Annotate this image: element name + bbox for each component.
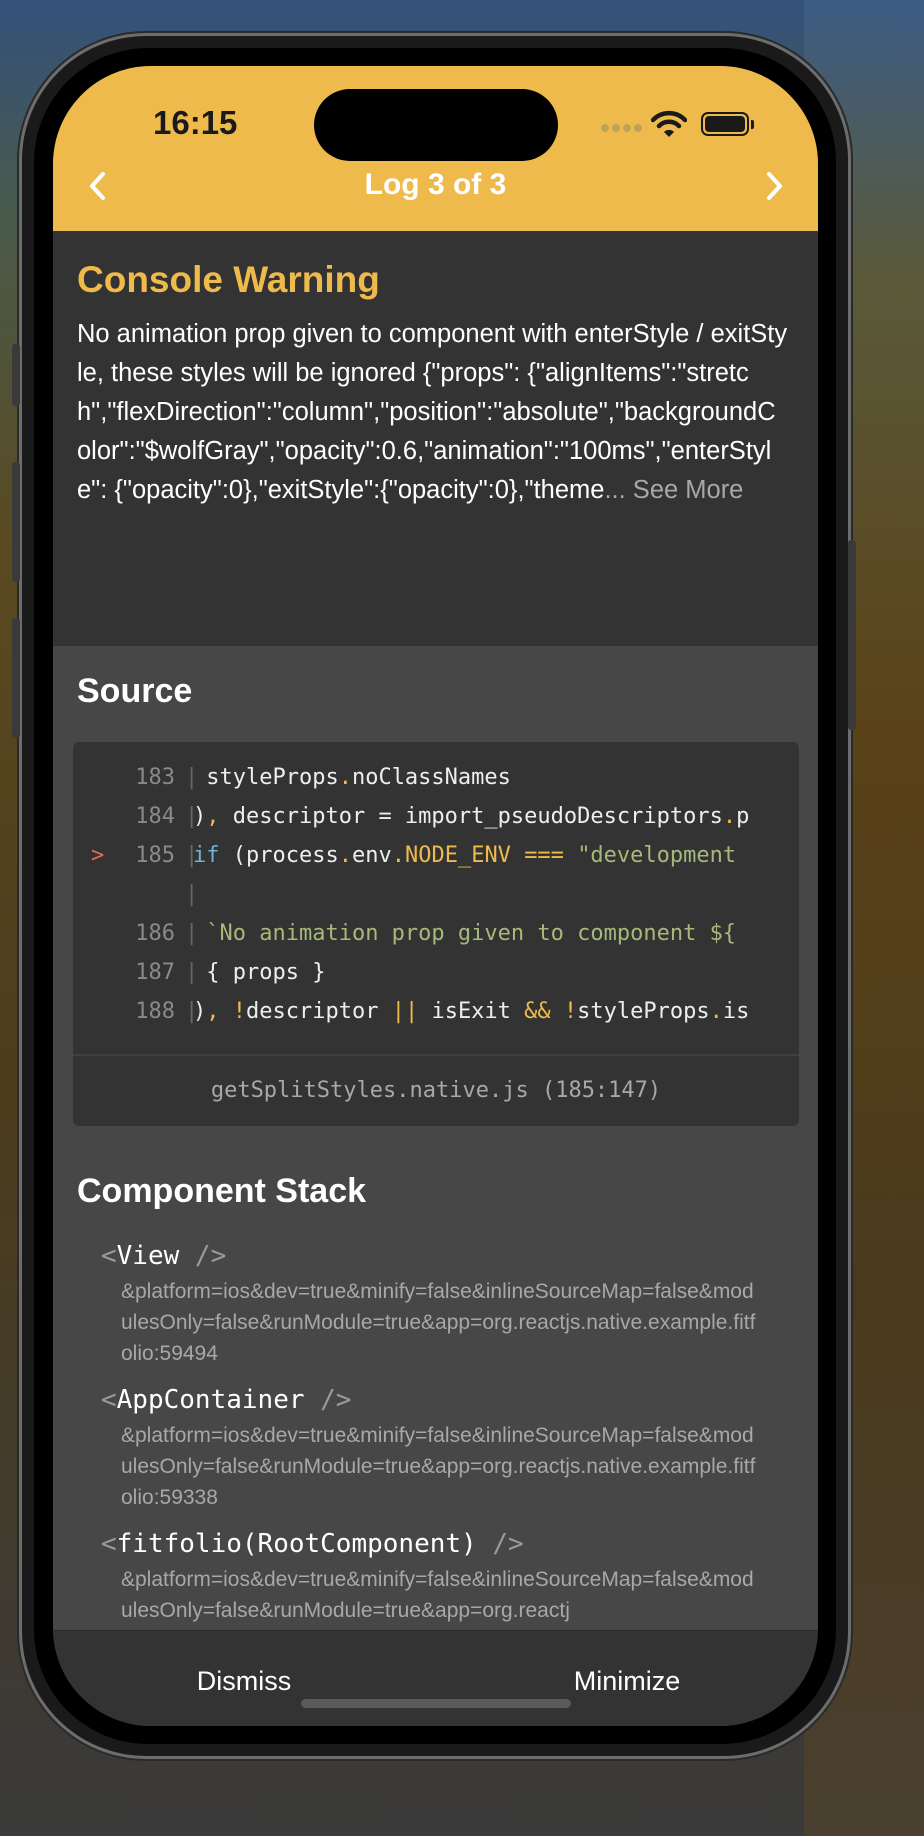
code-line: |	[73, 875, 799, 914]
chevron-right-icon	[767, 172, 782, 200]
line-number: 183	[135, 765, 175, 790]
code-line: 183 | styleProps.noClassNames	[73, 758, 799, 797]
status-time: 16:15	[153, 104, 238, 141]
stack-frame-name: <AppContainer />	[101, 1385, 352, 1415]
log-counter-title: Log 3 of 3	[364, 168, 507, 201]
warning-panel: Console Warning No animation prop given …	[53, 231, 818, 646]
minimize-button[interactable]: Minimize	[436, 1631, 818, 1726]
stack-frame-name: <View />	[101, 1241, 227, 1271]
stack-frame-location: &platform=ios&dev=true&minify=false&inli…	[121, 1424, 756, 1509]
log-header: 16:15 Log 3 of 3	[53, 66, 818, 231]
stack-frame[interactable]: <AppContainer /> &platform=ios&dev=true&…	[101, 1380, 761, 1513]
code-frame[interactable]: 183 | styleProps.noClassNames 184 |), descr…	[73, 742, 799, 1126]
home-indicator[interactable]	[301, 1699, 571, 1708]
line-number: 187	[135, 960, 175, 985]
volume-down-button	[12, 618, 20, 738]
cellular-signal-icon	[601, 124, 645, 136]
code-line: 187 | { props }	[73, 953, 799, 992]
wifi-icon	[650, 110, 688, 143]
warning-title: Console Warning	[77, 259, 380, 300]
gutter-divider: |	[185, 882, 199, 907]
action-button	[12, 344, 20, 406]
screen: 16:15 Log 3 of 3 Console Warning No anim…	[53, 66, 818, 1726]
stack-frame[interactable]: <View /> &platform=ios&dev=true&minify=f…	[101, 1236, 761, 1369]
stack-frame-location: &platform=ios&dev=true&minify=false&inli…	[121, 1568, 754, 1622]
code-text: { props }	[193, 960, 326, 985]
current-line-marker: >	[91, 843, 105, 868]
volume-up-button	[12, 462, 20, 582]
code-text: styleProps.noClassNames	[193, 765, 511, 790]
see-more-link[interactable]: ... See More	[604, 476, 743, 504]
code-text: `No animation prop given to component ${	[206, 921, 737, 946]
line-number: 186	[135, 921, 175, 946]
code-line: 188 |), !descriptor || isExit && !stylePr…	[73, 992, 799, 1031]
line-number: 185	[135, 843, 175, 868]
source-section-title: Source	[77, 672, 193, 710]
stack-frame-location: &platform=ios&dev=true&minify=false&inli…	[121, 1280, 756, 1365]
code-line: 186 | `No animation prop given to compone…	[73, 914, 799, 953]
code-text: if (process.env.NODE_ENV === "developmen…	[193, 843, 737, 868]
log-footer: Dismiss Minimize	[53, 1630, 818, 1726]
dismiss-button[interactable]: Dismiss	[53, 1631, 435, 1726]
code-text: ), descriptor = import_pseudoDescriptors…	[193, 804, 750, 829]
stack-frame-name: <fitfolio(RootComponent) />	[101, 1529, 524, 1559]
line-number: 184	[135, 804, 175, 829]
line-number: 188	[135, 999, 175, 1024]
stack-frame[interactable]: <fitfolio(RootComponent) /> &platform=io…	[101, 1524, 761, 1626]
power-button	[848, 540, 856, 730]
warning-message: No animation prop given to component wit…	[77, 315, 789, 510]
component-stack-title: Component Stack	[77, 1172, 367, 1210]
dynamic-island	[314, 89, 558, 161]
code-line: 184 |), descriptor = import_pseudoDescrip…	[73, 797, 799, 836]
code-line: >185 | if (process.env.NODE_ENV === "devel…	[73, 836, 799, 875]
code-text: ), !descriptor || isExit && !styleProps.…	[193, 999, 750, 1024]
battery-icon	[701, 112, 754, 136]
code-lines: 183 | styleProps.noClassNames 184 |), descr…	[73, 758, 799, 1031]
source-file-location[interactable]: getSplitStyles.native.js (185:147)	[73, 1054, 799, 1126]
next-log-button[interactable]	[753, 166, 793, 206]
